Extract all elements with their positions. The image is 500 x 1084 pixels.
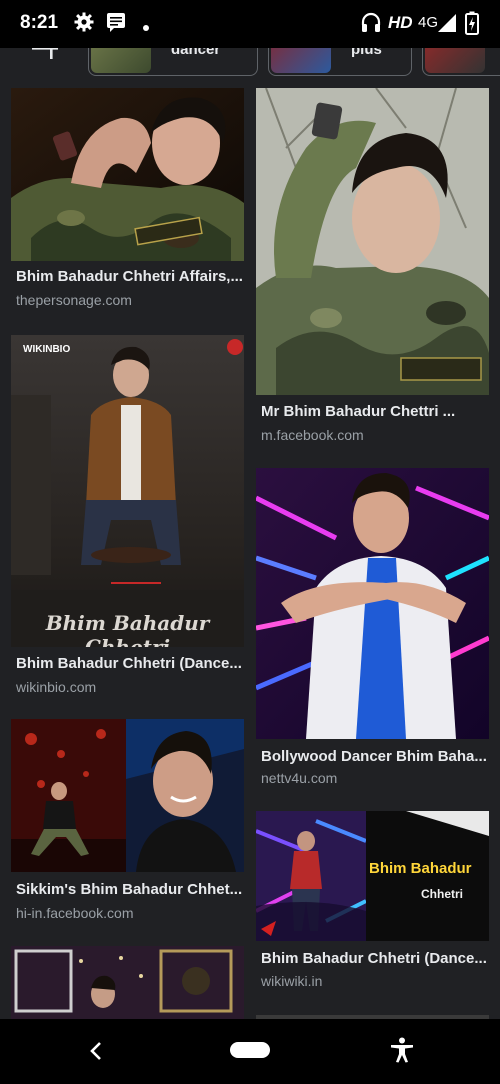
chip-label: plus bbox=[351, 48, 382, 58]
image-result-card[interactable] bbox=[11, 946, 244, 1019]
result-title[interactable]: Sikkim's Bhim Bahadur Chhet... bbox=[16, 881, 244, 898]
result-source: m.facebook.com bbox=[261, 427, 364, 443]
result-title[interactable]: Bhim Bahadur Chhetri Affairs,... bbox=[16, 268, 244, 285]
result-image[interactable] bbox=[256, 468, 489, 739]
image-overlay-name: Bhim Bahadur bbox=[369, 860, 472, 877]
result-image[interactable]: Bhim Bahadur Chhetri bbox=[256, 811, 489, 941]
status-time: 8:21 bbox=[20, 12, 59, 33]
chip-thumbnail bbox=[91, 48, 151, 73]
status-bar: 8:21 HD 4G bbox=[0, 0, 500, 48]
notification-message-icon bbox=[106, 12, 126, 37]
settings-icon bbox=[74, 12, 94, 37]
result-image[interactable] bbox=[11, 719, 244, 872]
result-title[interactable]: Bhim Bahadur Chhetri (Dance... bbox=[261, 950, 489, 967]
filter-chips-row: dancer plus bbox=[0, 48, 500, 78]
signal-icon bbox=[437, 13, 457, 38]
headphones-icon bbox=[360, 12, 382, 39]
image-result-card[interactable]: WIKINBIO Bhim Bahadur Chhetri Bhim Bahad… bbox=[11, 335, 244, 695]
image-result-card[interactable]: Bhim Bahadur Chhetri Bhim Bahadur Chhetr… bbox=[256, 811, 489, 991]
chip-thumbnail bbox=[425, 48, 485, 73]
image-result-card[interactable]: Bhim Bahadur Chhetri Affairs,... thepers… bbox=[11, 88, 244, 314]
accessibility-icon[interactable] bbox=[390, 1037, 414, 1068]
hd-indicator: HD bbox=[388, 13, 413, 32]
filter-sliders-icon[interactable] bbox=[30, 48, 60, 67]
result-source: nettv4u.com bbox=[261, 770, 338, 786]
result-title[interactable]: Mr Bhim Bahadur Chettri ... bbox=[261, 403, 489, 420]
image-result-card[interactable]: Sikkim's Bhim Bahadur Chhet... hi-in.fac… bbox=[11, 719, 244, 921]
wikinbio-logo: WIKINBIO bbox=[23, 344, 71, 355]
result-image[interactable] bbox=[11, 88, 244, 261]
chip-label: dancer bbox=[171, 48, 221, 58]
image-caption: Bhim Bahadur Chhetri bbox=[45, 611, 210, 647]
result-source: wikinbio.com bbox=[16, 679, 97, 695]
image-result-card[interactable]: Mr Bhim Bahadur Chettri ... m.facebook.c… bbox=[256, 88, 489, 443]
home-pill-icon[interactable] bbox=[230, 1042, 270, 1058]
result-image[interactable] bbox=[256, 88, 489, 395]
chip-dancer[interactable]: dancer bbox=[88, 48, 258, 76]
image-overlay-surname: Chhetri bbox=[421, 887, 463, 901]
result-title[interactable]: Bhim Bahadur Chhetri (Dance... bbox=[16, 655, 244, 672]
back-icon[interactable] bbox=[89, 1041, 103, 1066]
network-type: 4G bbox=[418, 14, 439, 31]
navigation-bar bbox=[0, 1019, 500, 1084]
result-source: hi-in.facebook.com bbox=[16, 905, 134, 921]
result-source: thepersonage.com bbox=[16, 292, 132, 308]
result-image[interactable] bbox=[11, 946, 244, 1019]
chip-plus[interactable]: plus bbox=[268, 48, 412, 76]
chip-more[interactable] bbox=[422, 48, 500, 76]
result-image[interactable]: WIKINBIO Bhim Bahadur Chhetri bbox=[11, 335, 244, 647]
battery-charging-icon bbox=[465, 11, 479, 40]
result-title[interactable]: Bollywood Dancer Bhim Baha... bbox=[261, 748, 489, 765]
chip-thumbnail bbox=[271, 48, 331, 73]
dot-icon bbox=[142, 19, 150, 37]
image-result-card[interactable]: Bollywood Dancer Bhim Baha... nettv4u.co… bbox=[256, 468, 489, 790]
result-source: wikiwiki.in bbox=[261, 973, 323, 989]
